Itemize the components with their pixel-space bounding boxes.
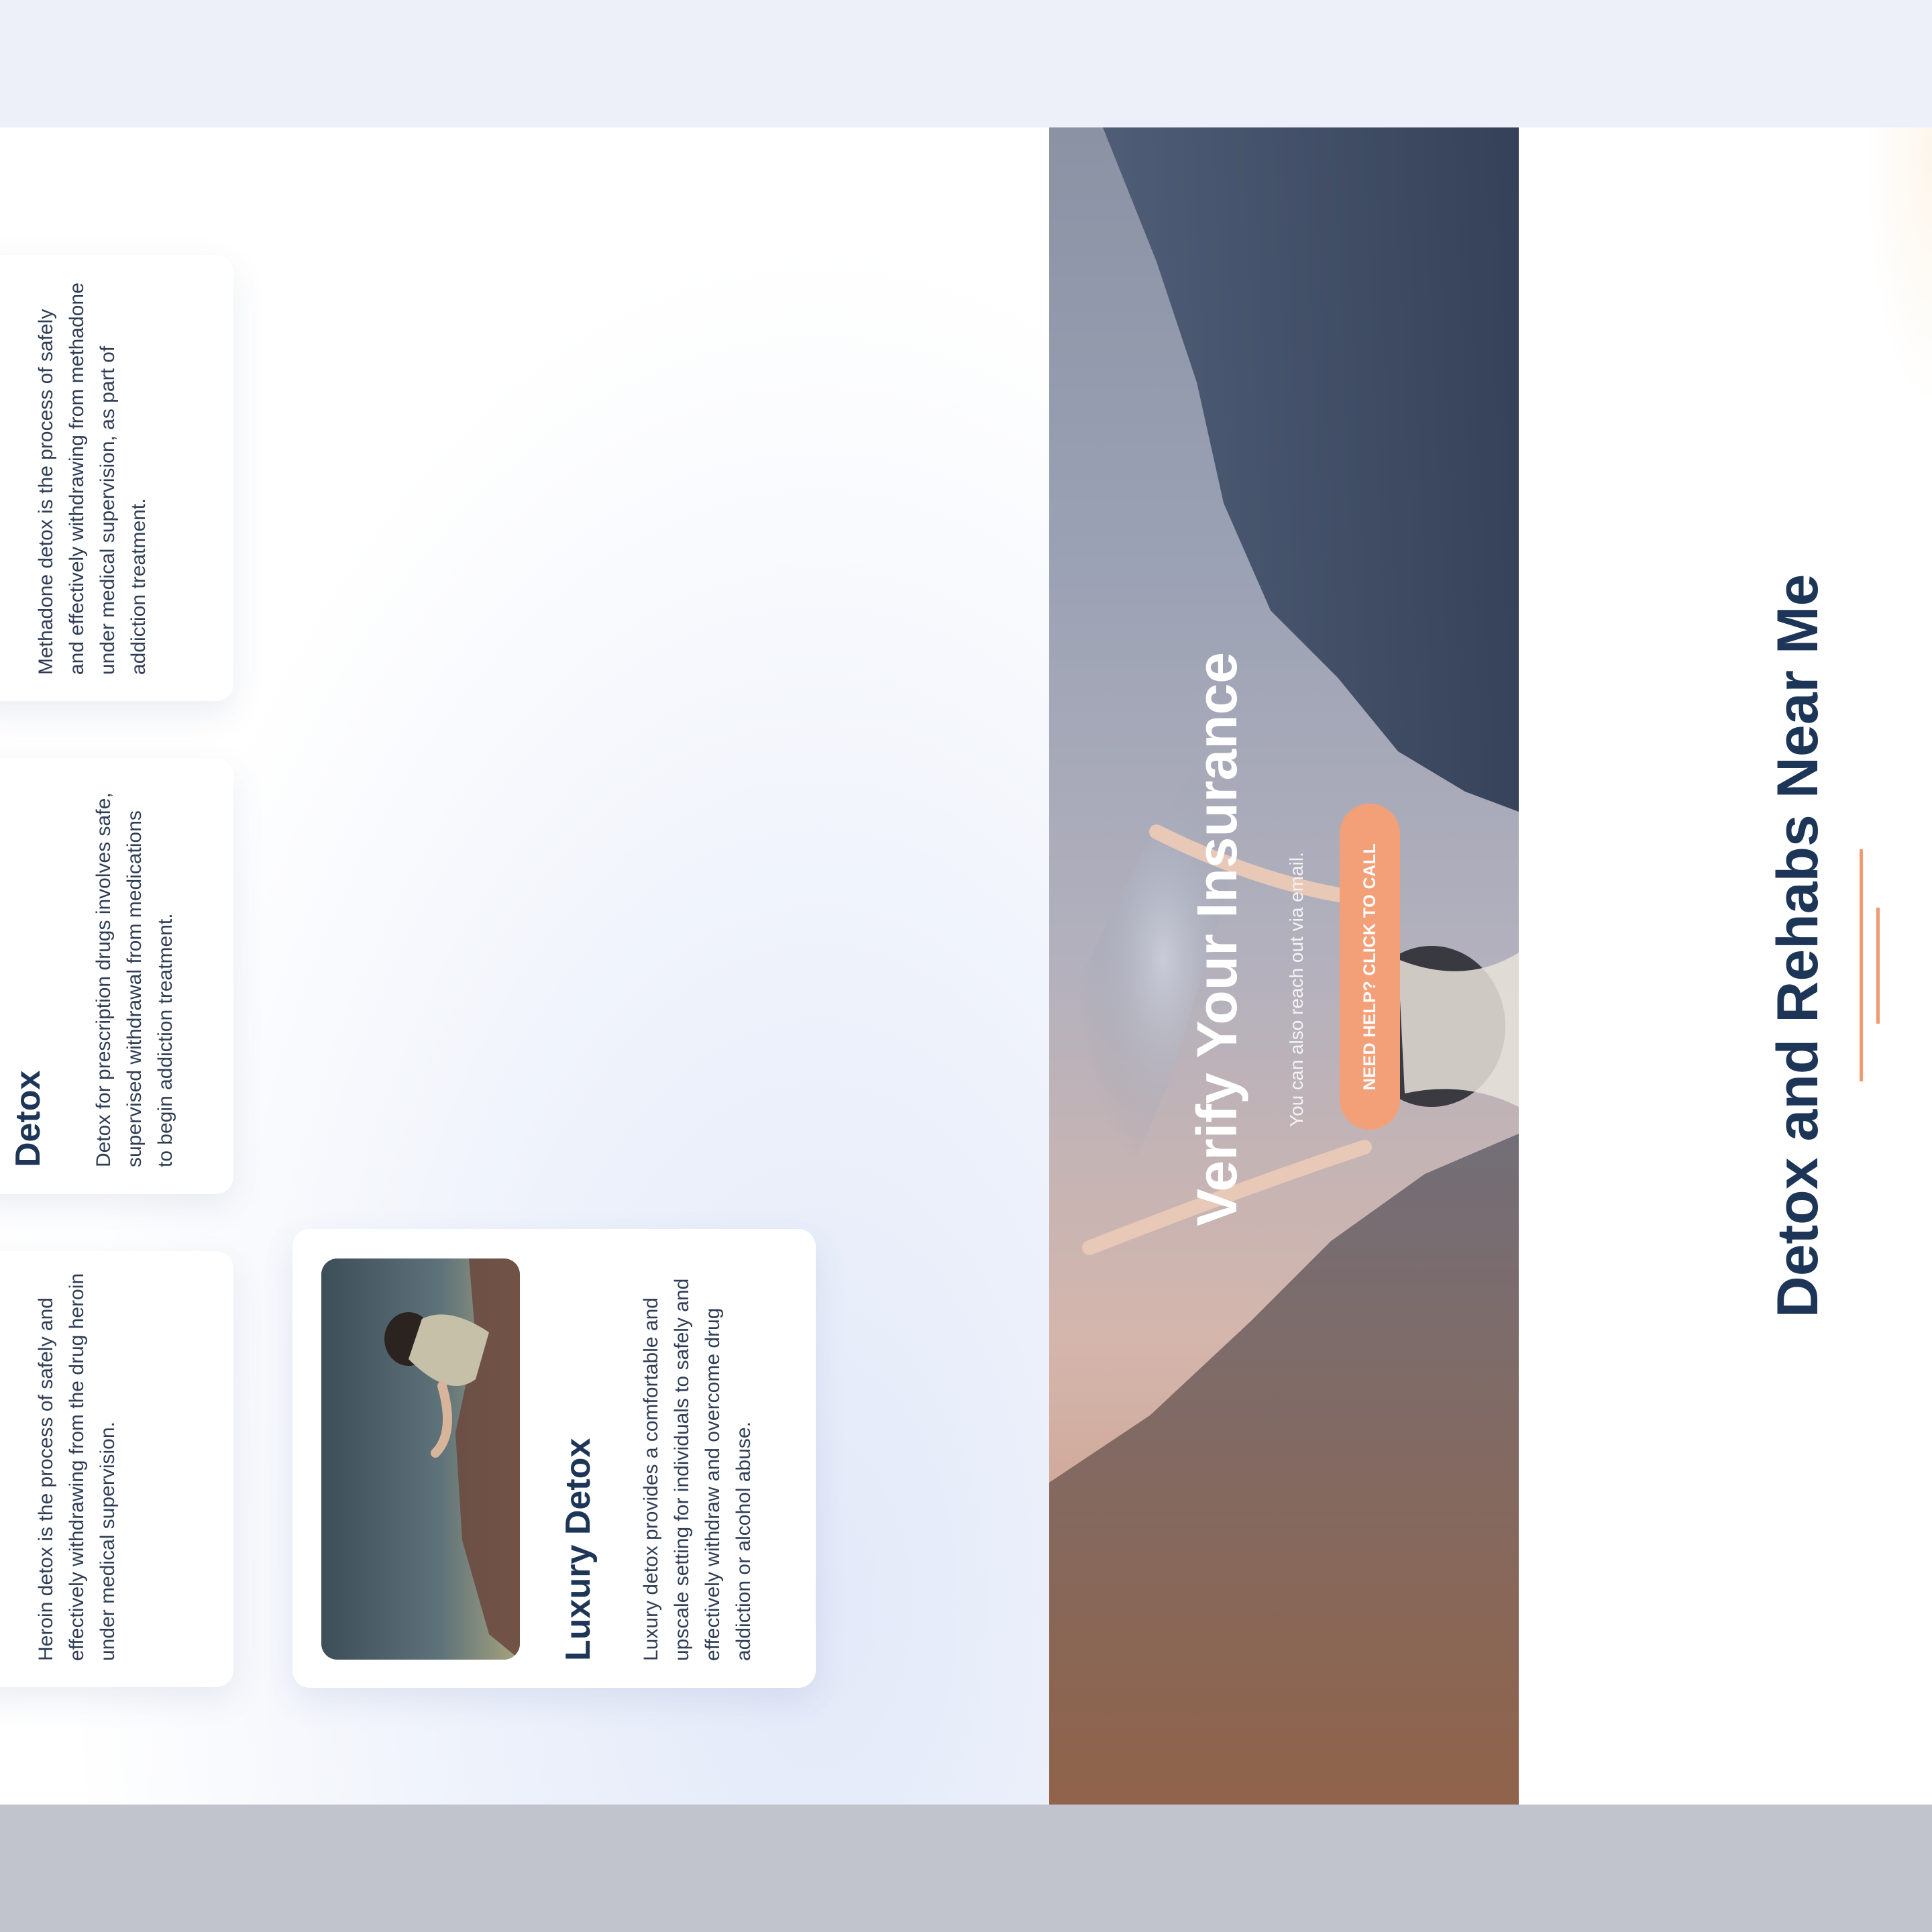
methadone-detox-description: Methadone detox is the process of safely… [35, 282, 150, 675]
heading-accent-line-short [1876, 908, 1880, 1024]
luxury-detox-image [321, 1258, 520, 1660]
prescription-detox-description: Detox for prescription drugs involves sa… [93, 792, 176, 1167]
banner-subtitle: You can also reach out via email. [1286, 852, 1307, 1127]
luxury-detox-description: Luxury detox provides a comfortable and … [640, 1278, 755, 1661]
bottom-band [0, 1805, 1932, 1932]
luxury-detox-title: Luxury Detox [559, 1438, 598, 1661]
heroin-detox-description: Heroin detox is the process of safely an… [35, 1273, 119, 1661]
heading-accent-line [1860, 849, 1863, 1081]
heading-section-glow [1865, 127, 1932, 409]
call-button[interactable]: NEED HELP? CLICK TO CALL [1340, 804, 1400, 1130]
top-band [0, 0, 1932, 127]
prescription-detox-title: Detox [9, 1070, 48, 1167]
banner-photo [1049, 127, 1519, 1805]
luxury-photo [321, 1258, 520, 1660]
banner-title: Verify Your Insurance [1185, 652, 1248, 1226]
section-heading: Detox and Rehabs Near Me [1766, 574, 1830, 1318]
insurance-banner [1049, 127, 1519, 1805]
